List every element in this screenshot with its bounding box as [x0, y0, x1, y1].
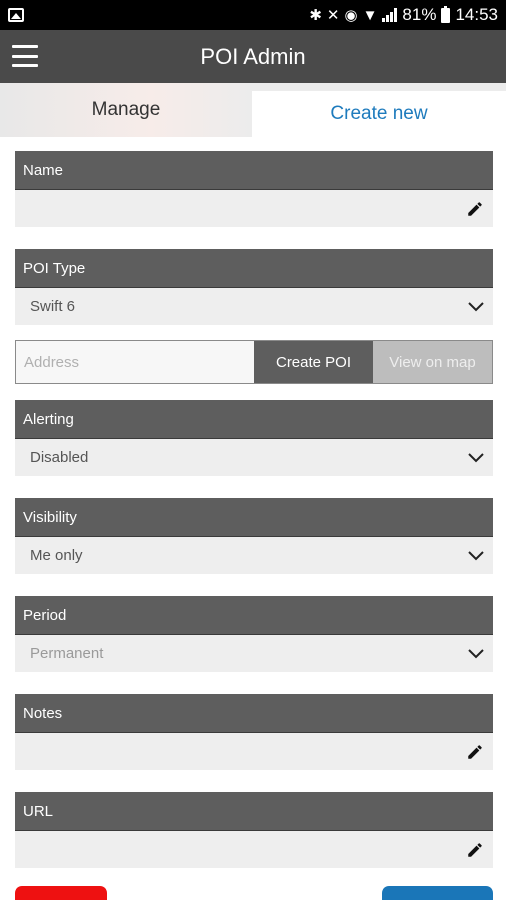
visibility-value: Me only: [30, 547, 83, 564]
hamburger-menu-icon[interactable]: [12, 45, 38, 67]
tab-create-new[interactable]: Create new: [252, 83, 506, 137]
app-bar: POI Admin: [0, 30, 506, 83]
pencil-icon[interactable]: [466, 841, 484, 859]
mute-icon: ✕: [326, 6, 340, 24]
visibility-select[interactable]: Me only: [15, 537, 493, 574]
name-section: Name: [15, 151, 493, 227]
alerting-value: Disabled: [30, 449, 89, 466]
poi-type-select[interactable]: Swift 6: [15, 288, 493, 325]
clock: 14:53: [455, 5, 498, 24]
status-bar: ✱ ✕ ◉ ▼ 81% 14:53: [0, 0, 506, 30]
tab-manage[interactable]: Manage: [0, 83, 252, 137]
bluetooth-icon: ✱: [309, 6, 322, 24]
alerting-section: Alerting Disabled: [15, 400, 493, 476]
view-on-map-button[interactable]: View on map: [373, 341, 492, 383]
poi-type-section: POI Type Swift 6: [15, 249, 493, 325]
chevron-down-icon: [468, 550, 484, 560]
status-right: ✱ ✕ ◉ ▼ 81% 14:53: [309, 5, 498, 25]
url-label: URL: [15, 792, 493, 831]
address-input[interactable]: [16, 341, 254, 383]
poi-form: Name POI Type Swift 6 Create POI View on…: [15, 151, 493, 868]
page-title: POI Admin: [200, 43, 306, 69]
url-field[interactable]: [15, 831, 493, 868]
alerting-label: Alerting: [15, 400, 493, 439]
signal-icon: [382, 8, 398, 22]
create-poi-button[interactable]: Create POI: [254, 341, 373, 383]
chevron-down-icon: [468, 648, 484, 658]
tab-bar: Manage Create new: [0, 83, 506, 137]
pencil-icon[interactable]: [466, 200, 484, 218]
notes-field[interactable]: [15, 733, 493, 770]
url-section: URL: [15, 792, 493, 868]
name-field[interactable]: [15, 190, 493, 227]
visibility-section: Visibility Me only: [15, 498, 493, 574]
period-select[interactable]: Permanent: [15, 635, 493, 672]
address-row: Create POI View on map: [15, 340, 493, 384]
poi-type-label: POI Type: [15, 249, 493, 288]
save-button[interactable]: [382, 886, 493, 900]
period-section: Period Permanent: [15, 596, 493, 672]
visibility-label: Visibility: [15, 498, 493, 537]
period-value: Permanent: [30, 645, 104, 662]
alerting-select[interactable]: Disabled: [15, 439, 493, 476]
notes-section: Notes: [15, 694, 493, 770]
alarm-icon: ◉: [344, 6, 358, 24]
chevron-down-icon: [468, 301, 484, 311]
poi-type-value: Swift 6: [30, 298, 76, 315]
pencil-icon[interactable]: [466, 743, 484, 761]
status-left: [8, 8, 24, 22]
name-label: Name: [15, 151, 493, 190]
gallery-icon: [8, 8, 24, 22]
battery-percent: 81%: [402, 5, 437, 24]
period-label: Period: [15, 596, 493, 635]
chevron-down-icon: [468, 452, 484, 462]
wifi-icon: ▼: [362, 6, 378, 24]
cancel-button[interactable]: [15, 886, 107, 900]
battery-icon: [441, 5, 451, 23]
notes-label: Notes: [15, 694, 493, 733]
